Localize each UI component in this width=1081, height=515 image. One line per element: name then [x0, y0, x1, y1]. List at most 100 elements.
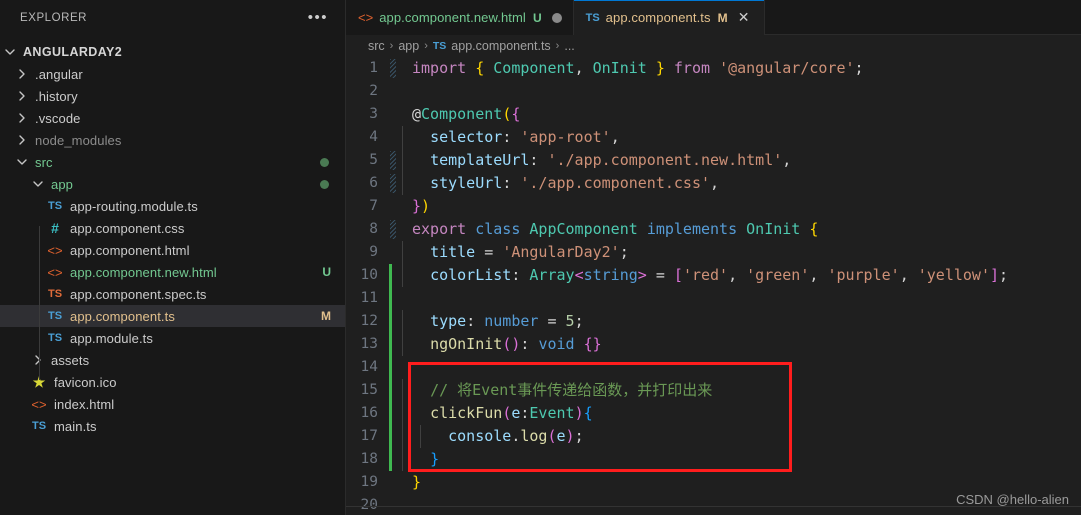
breadcrumb-separator: ›: [389, 40, 394, 52]
tree-item-angularday2[interactable]: ANGULARDAY2: [0, 41, 345, 63]
tree-item-label: ANGULARDAY2: [23, 45, 123, 59]
breadcrumb-item--[interactable]: ...: [564, 39, 574, 53]
editor-gutter[interactable]: [388, 103, 400, 126]
indent-guide: [402, 425, 403, 448]
git-modified-marker: [389, 425, 392, 448]
editor-gutter[interactable]: [388, 356, 400, 379]
tree-item-app-module-ts[interactable]: TS app.module.ts: [0, 327, 345, 349]
tree-item-angular[interactable]: .angular: [0, 63, 345, 85]
line-number: 10: [360, 267, 378, 283]
chevron-down-icon[interactable]: [30, 177, 46, 191]
tree-item-vscode[interactable]: .vscode: [0, 107, 345, 129]
tree-item-app-component-css[interactable]: # app.component.css: [0, 217, 345, 239]
fold-indicator-icon[interactable]: [390, 151, 396, 170]
line-number: 11: [360, 290, 378, 306]
unsaved-dot-icon[interactable]: [551, 12, 562, 23]
chevron-down-icon[interactable]: [14, 155, 30, 169]
tree-item-favicon-ico[interactable]: ★ favicon.ico: [0, 371, 345, 393]
editor-gutter[interactable]: [388, 448, 400, 471]
fold-indicator-icon[interactable]: [390, 59, 396, 78]
tree-item-label: app.component.html: [70, 242, 190, 258]
editor-gutter[interactable]: [388, 333, 400, 356]
editor-gutter[interactable]: [388, 126, 400, 149]
css-file-icon: #: [51, 220, 59, 236]
chevron-right-icon[interactable]: [14, 133, 30, 147]
tree-item-app-routing-module-ts[interactable]: TS app-routing.module.ts: [0, 195, 345, 217]
chevron-right-icon[interactable]: [14, 67, 30, 81]
code-text: export class AppComponent implements OnI…: [412, 220, 819, 238]
breadcrumb: src › app › TS app.component.ts ›...: [346, 35, 1081, 57]
code-line: 13 ngOnInit(): void {}: [346, 333, 1081, 356]
code-text: @Component({: [412, 105, 521, 123]
fold-indicator-icon[interactable]: [390, 220, 396, 239]
editor-gutter[interactable]: [388, 471, 400, 494]
line-number: 5: [369, 152, 378, 168]
breadcrumb-item-app[interactable]: app: [398, 39, 419, 53]
breadcrumb-item-src[interactable]: src: [368, 39, 385, 53]
tree-item-history[interactable]: .history: [0, 85, 345, 107]
tree-item-assets[interactable]: assets: [0, 349, 345, 371]
tree-item-label: app.module.ts: [70, 330, 153, 346]
editor-gutter[interactable]: [388, 379, 400, 402]
tree-item-app-component-spec-ts[interactable]: TS app.component.spec.ts: [0, 283, 345, 305]
editor-gutter[interactable]: [388, 172, 400, 195]
code-line: 9 title = 'AngularDay2';: [346, 241, 1081, 264]
close-icon[interactable]: ✕: [735, 9, 753, 27]
git-status-badge: U: [322, 265, 331, 279]
tree-item-label: main.ts: [54, 418, 97, 434]
editor-gutter[interactable]: [388, 287, 400, 310]
editor-gutter[interactable]: [388, 218, 400, 241]
indent-guide: [402, 402, 403, 425]
line-number: 15: [360, 382, 378, 398]
breadcrumb-item-app-component-ts[interactable]: app.component.ts: [451, 39, 550, 53]
tree-item-label: favicon.ico: [54, 374, 117, 390]
tree-item-index-html[interactable]: <> index.html: [0, 393, 345, 415]
editor-gutter[interactable]: [388, 149, 400, 172]
code-line: 1 import { Component, OnInit } from '@ang…: [346, 57, 1081, 80]
tree-item-label: .vscode: [35, 110, 81, 126]
line-number: 2: [369, 83, 378, 99]
code-text: ngOnInit(): void {}: [400, 333, 1081, 356]
indent-guide: [402, 172, 403, 195]
editor-tab-app-component-ts[interactable]: TS app.component.ts M ✕: [573, 0, 765, 35]
indent-guide: [402, 310, 403, 333]
code-text: templateUrl: './app.component.new.html',: [400, 149, 1081, 172]
tree-item-label: node_modules: [35, 132, 122, 148]
editor-gutter[interactable]: [388, 425, 400, 448]
indent-guide: [402, 149, 403, 172]
chevron-right-icon[interactable]: [30, 353, 46, 367]
more-actions-icon[interactable]: •••: [305, 8, 331, 27]
editor-gutter[interactable]: [388, 310, 400, 333]
ts-blue-icon: TS: [585, 11, 600, 24]
tree-item-app[interactable]: app: [0, 173, 345, 195]
code-text: selector: 'app-root',: [400, 126, 1081, 149]
editor-gutter[interactable]: [388, 80, 400, 103]
code-line: 14: [346, 356, 1081, 379]
line-number: 8: [369, 221, 378, 237]
code-line: 12 type: number = 5;: [346, 310, 1081, 333]
editor-tab-app-component-new-html[interactable]: <> app.component.new.html U: [346, 0, 574, 35]
editor-gutter[interactable]: [388, 494, 400, 515]
fold-indicator-icon[interactable]: [390, 174, 396, 193]
line-number: 20: [360, 497, 378, 513]
tree-item-src[interactable]: src: [0, 151, 345, 173]
editor-gutter[interactable]: [388, 241, 400, 264]
tree-item-main-ts[interactable]: TS main.ts: [0, 415, 345, 437]
editor-gutter[interactable]: [388, 264, 400, 287]
chevron-right-icon[interactable]: [14, 111, 30, 125]
tree-item-app-component-new-html[interactable]: <> app.component.new.html U: [0, 261, 345, 283]
ts-file-icon: TS: [31, 419, 47, 432]
chevron-right-icon[interactable]: [14, 89, 30, 103]
code-editor[interactable]: 1 import { Component, OnInit } from '@ang…: [346, 57, 1081, 515]
tree-item-node-modules[interactable]: node_modules: [0, 129, 345, 151]
chevron-down-icon[interactable]: [2, 45, 18, 59]
tree-item-app-component-html[interactable]: <> app.component.html: [0, 239, 345, 261]
editor-gutter[interactable]: [388, 402, 400, 425]
editor-gutter[interactable]: [388, 57, 400, 80]
indent-guide: [402, 126, 403, 149]
tree-item-label: app.component.new.html: [70, 264, 217, 280]
ts-file-icon: TS: [47, 309, 63, 322]
line-number: 4: [369, 129, 378, 145]
tree-item-app-component-ts[interactable]: TS app.component.ts M: [0, 305, 345, 327]
editor-gutter[interactable]: [388, 195, 400, 218]
